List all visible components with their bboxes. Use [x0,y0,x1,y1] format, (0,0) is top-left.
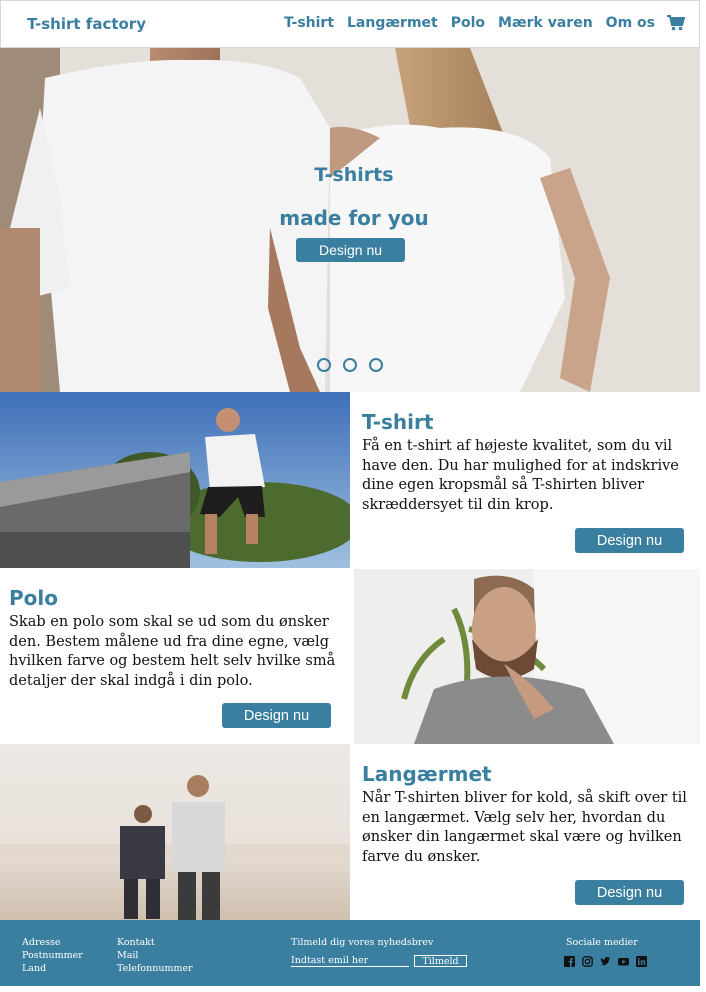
footer-contact: Kontakt Mail Telefonnummer [117,936,193,975]
shopping-cart-icon[interactable] [667,15,686,31]
polo-title: Polo [9,586,58,610]
tshirt-design-button[interactable]: Design nu [575,528,684,553]
site-header: T-shirt factory T-shirt Langærmet Polo M… [0,0,700,48]
social-links [564,956,654,967]
footer-contact-label[interactable]: Kontakt [117,936,193,949]
instagram-icon[interactable] [582,956,593,967]
social-label: Sociale medier [566,937,638,948]
hero-title-line1: T-shirts [314,164,394,186]
footer-phone[interactable]: Telefonnummer [117,962,193,975]
carousel-indicators [317,358,395,372]
footer-postcode: Postnummer [22,950,83,961]
nav-polo[interactable]: Polo [451,15,485,31]
longsleeve-design-button[interactable]: Design nu [575,880,684,905]
hero-carousel: T-shirts made for you Design nu [0,48,700,392]
polo-photo [354,569,700,744]
linkedin-icon[interactable] [636,956,647,967]
longsleeve-title: Langærmet [362,762,492,786]
carousel-dot-3[interactable] [369,358,383,372]
polo-design-button[interactable]: Design nu [222,703,331,728]
twitter-icon[interactable] [600,956,611,967]
youtube-icon[interactable] [618,956,629,967]
longsleeve-text: Når T-shirten bliver for kold, så skift … [362,790,687,865]
nav-longsleeve[interactable]: Langærmet [347,15,438,31]
newsletter-email-input[interactable] [291,954,409,967]
nav-tshirt[interactable]: T-shirt [284,15,334,31]
polo-section: Polo Skab en polo som skal se ud som du … [0,568,352,744]
nav-brand-item[interactable]: Mærk varen [498,15,593,31]
carousel-dot-1[interactable] [317,358,331,372]
tshirt-section: T-shirt Få en t-shirt af højeste kvalite… [352,392,700,568]
footer-country: Land [22,963,47,974]
carousel-dot-2[interactable] [343,358,357,372]
nav-about[interactable]: Om os [606,15,655,31]
site-footer: Adresse Postnummer Land Kontakt Mail Tel… [0,920,700,986]
footer-address: Adresse Postnummer Land [22,936,83,975]
footer-mail[interactable]: Mail [117,949,193,962]
hero-design-button[interactable]: Design nu [296,238,405,262]
longsleeve-photo [0,744,350,920]
hero-title-line2: made for you [279,206,429,230]
footer-address-label: Adresse [22,937,61,948]
tshirt-photo [0,392,350,568]
main-nav: T-shirt Langærmet Polo Mærk varen Om os [271,15,686,31]
longsleeve-section: Langærmet Når T-shirten bliver for kold,… [352,744,700,920]
newsletter-label: Tilmeld dig vores nyhedsbrev [291,937,434,948]
tshirt-text: Få en t-shirt af højeste kvalitet, som d… [362,438,679,513]
newsletter-subscribe-button[interactable]: Tilmeld [414,955,467,967]
facebook-icon[interactable] [564,956,575,967]
tshirt-title: T-shirt [362,410,434,434]
brand-logo-text[interactable]: T-shirt factory [27,15,146,33]
polo-text: Skab en polo som skal se ud som du ønske… [9,614,336,689]
